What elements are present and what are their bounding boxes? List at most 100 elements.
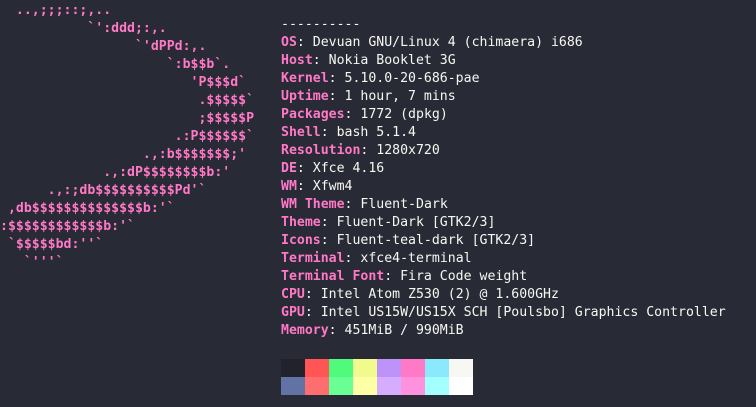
info-key: Host — [281, 53, 313, 68]
info-separator: : — [296, 179, 313, 194]
palette-normal-swatch — [377, 359, 401, 377]
info-key: Terminal — [281, 251, 345, 266]
header-separator: ---------- — [281, 17, 361, 32]
info-separator: : — [320, 215, 337, 230]
palette-normal-swatch — [305, 359, 329, 377]
info-value: 451MiB / 990MiB — [344, 323, 464, 338]
info-separator: : — [304, 287, 321, 302]
info-key: GPU — [281, 305, 305, 320]
info-separator: : — [360, 143, 377, 158]
info-value: 5.10.0-20-686-pae — [344, 71, 480, 86]
info-row: Kernel: 5.10.0-20-686-pae — [281, 70, 726, 88]
logo-line: 'P$$$d` — [0, 75, 247, 90]
logo-line: `'''` — [0, 255, 64, 270]
info-row: Memory: 451MiB / 990MiB — [281, 322, 726, 340]
logo-line: `:b$$b`. — [0, 57, 231, 72]
logo-line: .,:b$$$$$$$;' — [0, 147, 247, 162]
logo-line: ,db$$$$$$$$$$$$$$b:'` — [0, 201, 175, 216]
info-row: Terminal: xfce4-terminal — [281, 250, 726, 268]
palette-normal-swatch — [401, 359, 425, 377]
logo-line: `$$$$$bd:''` — [0, 237, 104, 252]
logo-line: .$$$$$` — [0, 93, 255, 108]
info-separator: : — [320, 125, 337, 140]
info-key: OS — [281, 35, 297, 50]
info-value: Devuan GNU/Linux 4 (chimaera) i686 — [312, 35, 583, 50]
info-value: Nokia Booklet 3G — [328, 53, 456, 68]
terminal-window[interactable]: ..,;;;::;,.. `':ddd;:,. `'dPPd:,. `:b$$b… — [0, 0, 756, 407]
logo-line: .:P$$$$$$` — [0, 129, 255, 144]
info-row: GPU: Intel US15W/US15X SCH [Poulsbo] Gra… — [281, 304, 726, 322]
info-row: WM Theme: Fluent-Dark — [281, 196, 726, 214]
info-key: Theme — [281, 215, 321, 230]
info-row: Packages: 1772 (dpkg) — [281, 106, 726, 124]
info-value: Fluent-Dark — [360, 197, 448, 212]
logo-line: .,:;db$$$$$$$$$$Pd'` — [0, 183, 207, 198]
info-value: Fluent-Dark [GTK2/3] — [336, 215, 496, 230]
info-value: bash 5.1.4 — [336, 125, 416, 140]
palette-bright-swatch — [377, 377, 401, 395]
info-key: WM — [281, 179, 297, 194]
info-value: Xfwm4 — [312, 179, 353, 194]
palette-normal-swatch — [353, 359, 377, 377]
palette-normal-swatch — [329, 359, 353, 377]
palette-bright-swatch — [329, 377, 353, 395]
info-row: Terminal Font: Fira Code weight — [281, 268, 726, 286]
devuan-ascii-logo: ..,;;;::;,.. `':ddd;:,. `'dPPd:,. `:b$$b… — [0, 2, 254, 272]
palette-bright-swatch — [281, 377, 305, 395]
info-row: CPU: Intel Atom Z530 (2) @ 1.600GHz — [281, 286, 726, 304]
info-separator: : — [328, 89, 345, 104]
info-separator: : — [344, 251, 361, 266]
info-key: Terminal Font — [281, 269, 385, 284]
info-key: WM Theme — [281, 197, 345, 212]
logo-line: `':ddd;:,. — [0, 21, 167, 36]
info-key: Uptime — [281, 89, 329, 104]
info-key: Resolution — [281, 143, 361, 158]
info-separator: : — [384, 269, 401, 284]
info-row: Shell: bash 5.1.4 — [281, 124, 726, 142]
info-key: Shell — [281, 125, 321, 140]
info-row: WM: Xfwm4 — [281, 178, 726, 196]
info-separator: : — [328, 71, 345, 86]
info-value: Xfce 4.16 — [312, 161, 385, 176]
info-separator: : — [344, 197, 361, 212]
info-row: Theme: Fluent-Dark [GTK2/3] — [281, 214, 726, 232]
info-key: Memory — [281, 323, 329, 338]
logo-line: ..,;;;::;,.. — [0, 3, 112, 18]
palette-bright-row — [281, 377, 473, 395]
info-value: 1280x720 — [376, 143, 440, 158]
palette-bright-swatch — [353, 377, 377, 395]
palette-normal-row — [281, 359, 473, 377]
info-row: Uptime: 1 hour, 7 mins — [281, 88, 726, 106]
palette-normal-swatch — [281, 359, 305, 377]
info-key: CPU — [281, 287, 305, 302]
info-separator: : — [328, 323, 345, 338]
info-row: Icons: Fluent-teal-dark [GTK2/3] — [281, 232, 726, 250]
info-separator: : — [304, 305, 321, 320]
info-value: Intel Atom Z530 (2) @ 1.600GHz — [320, 287, 559, 302]
info-value: Fluent-teal-dark [GTK2/3] — [336, 233, 536, 248]
info-value: 1772 (dpkg) — [360, 107, 448, 122]
info-value: Fira Code weight — [400, 269, 528, 284]
palette-bright-swatch — [425, 377, 449, 395]
info-separator: : — [320, 233, 337, 248]
info-separator: : — [296, 35, 313, 50]
info-value: Intel US15W/US15X SCH [Poulsbo] Graphics… — [320, 305, 726, 320]
info-list: OS: Devuan GNU/Linux 4 (chimaera) i686 Ho… — [281, 34, 726, 340]
palette-bright-swatch — [305, 377, 329, 395]
info-separator: : — [312, 53, 329, 68]
palette-bright-swatch — [401, 377, 425, 395]
system-info: ---------- OS: Devuan GNU/Linux 4 (chima… — [281, 16, 726, 340]
info-value: 1 hour, 7 mins — [344, 89, 456, 104]
info-row: Host: Nokia Booklet 3G — [281, 52, 726, 70]
logo-line: .,:dP$$$$$$$$b:' — [0, 165, 231, 180]
info-value: xfce4-terminal — [360, 251, 472, 266]
info-separator: : — [344, 107, 361, 122]
palette-bright-swatch — [449, 377, 473, 395]
info-row: DE: Xfce 4.16 — [281, 160, 726, 178]
info-key: DE — [281, 161, 297, 176]
info-key: Kernel — [281, 71, 329, 86]
info-row: OS: Devuan GNU/Linux 4 (chimaera) i686 — [281, 34, 726, 52]
palette-normal-swatch — [449, 359, 473, 377]
logo-line: :$$$$$$$$$$$$b:'` — [0, 219, 135, 234]
info-separator: : — [296, 161, 313, 176]
